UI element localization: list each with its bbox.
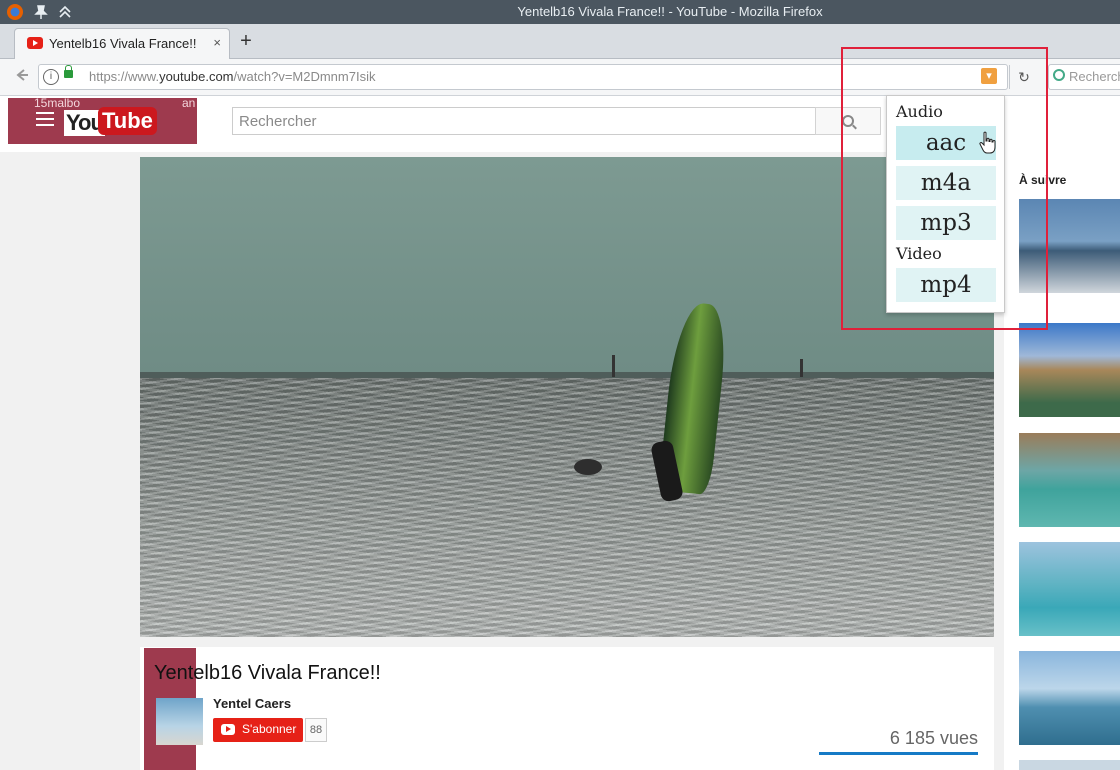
guide-menu-icon[interactable]	[36, 112, 54, 126]
back-button[interactable]	[10, 65, 34, 89]
youtube-search-placeholder: Rechercher	[239, 113, 317, 130]
video-sea	[140, 378, 994, 637]
highlight-box	[841, 47, 1048, 330]
lock-icon[interactable]	[64, 65, 73, 78]
suggested-video-thumbnail[interactable]	[1019, 651, 1120, 745]
youtube-search-input[interactable]: Rechercher	[232, 107, 816, 135]
back-arrow-icon	[16, 69, 28, 81]
tab-close-icon[interactable]: ×	[213, 35, 221, 50]
overlay-text: an	[182, 96, 196, 110]
video-title: Yentelb16 Vivala France!!	[154, 662, 381, 684]
youtube-play-icon	[221, 724, 235, 735]
video-rock	[574, 459, 602, 475]
browser-search-input[interactable]: Rechercher	[1048, 64, 1120, 90]
search-icon	[1053, 69, 1065, 81]
likes-bar	[819, 752, 978, 755]
logo-tube-text: Tube	[98, 107, 157, 135]
browser-search-placeholder: Rechercher	[1069, 69, 1120, 84]
suggested-video-thumbnail[interactable]	[1019, 542, 1120, 636]
video-pole	[612, 355, 615, 377]
suggested-video-thumbnail[interactable]	[1019, 323, 1120, 417]
suggested-video-thumbnail[interactable]	[1019, 760, 1120, 770]
window-title: Yentelb16 Vivala France!! - YouTube - Mo…	[517, 4, 823, 19]
subscribe-button[interactable]: S'abonner	[213, 718, 303, 742]
subscribe-label: S'abonner	[242, 722, 297, 736]
info-icon[interactable]: i	[43, 69, 59, 85]
youtube-logo[interactable]: You Tube	[64, 106, 157, 140]
channel-avatar[interactable]	[156, 698, 203, 745]
view-count: 6 185 vues	[889, 728, 978, 748]
tab-label: Yentelb16 Vivala France!!	[49, 36, 197, 51]
tab-youtube[interactable]: Yentelb16 Vivala France!! ×	[14, 28, 230, 59]
url-path: /watch?v=M2Dmnm7Isik	[233, 69, 376, 84]
new-tab-button[interactable]: +	[236, 28, 256, 54]
youtube-favicon-icon	[27, 37, 43, 49]
suggested-video-thumbnail[interactable]	[1019, 433, 1120, 527]
url-prefix: https://www.	[89, 69, 160, 84]
url-domain: youtube.com	[159, 69, 234, 84]
subscriber-count: 88	[305, 718, 327, 742]
video-pole	[800, 359, 803, 377]
channel-name[interactable]: Yentel Caers	[213, 696, 291, 711]
window-titlebar: Yentelb16 Vivala France!! - YouTube - Mo…	[0, 0, 1120, 24]
url-text[interactable]: https://www.youtube.com/watch?v=M2Dmnm7I…	[89, 69, 375, 84]
